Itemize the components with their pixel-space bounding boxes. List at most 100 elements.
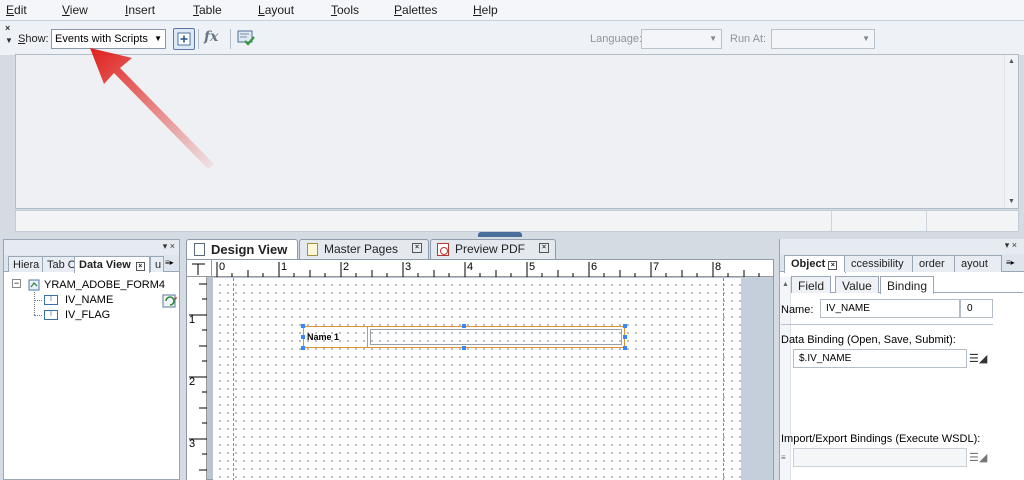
name-text-field[interactable]: Name 1 [303, 326, 625, 348]
form-page[interactable]: Name 1 [213, 278, 741, 480]
selection-handle[interactable] [301, 335, 305, 339]
run-at-label: Run At: [730, 33, 767, 45]
ruler-label: 2 [343, 261, 350, 273]
data-binding-label: Data Binding (Open, Save, Submit): [781, 334, 956, 346]
name-index-field[interactable]: 0 [960, 299, 993, 318]
design-canvas[interactable]: 0 1 2 3 4 5 6 7 8 1 2 3 Name 1 [186, 259, 774, 480]
ruler-label: 4 [467, 261, 474, 273]
menu-layout[interactable]: Layout [258, 3, 294, 17]
language-label: Language: [590, 33, 642, 45]
scroll-down-icon[interactable]: ▼ [1008, 198, 1015, 205]
tree-connector [34, 300, 42, 301]
scroll-grip-icon[interactable]: ≡ [781, 453, 786, 462]
selection-handle[interactable] [301, 324, 305, 328]
tree-connector [34, 292, 35, 315]
page-margin-guide [723, 278, 724, 480]
menu-view[interactable]: View [62, 3, 88, 17]
collapse-arrow-icon[interactable]: ▼ [5, 36, 13, 45]
tab-tab-order[interactable]: Tab O [42, 256, 78, 272]
name-label: Name: [781, 304, 814, 316]
tab-data-view[interactable]: Data View × [74, 256, 150, 273]
tree-item-iv-name[interactable]: IV_NAME [65, 294, 113, 306]
ruler-label: 1 [281, 261, 288, 273]
tab-design-view[interactable]: Design View [186, 239, 298, 260]
annotation-arrow-icon [90, 48, 214, 169]
ruler-label: 2 [189, 376, 196, 388]
palette-menu-close-icon[interactable]: ▾ × [1005, 240, 1017, 251]
tab-border[interactable]: order [912, 255, 956, 272]
close-icon[interactable]: × [412, 243, 422, 253]
ruler-label: 7 [653, 261, 660, 273]
data-binding-field[interactable]: $.IV_NAME [793, 349, 967, 368]
tree-collapse-icon[interactable]: − [12, 279, 21, 288]
language-dropdown[interactable]: ▼ [641, 29, 722, 49]
tab-overflow[interactable]: u [150, 256, 164, 272]
tab-object[interactable]: Object × [784, 255, 846, 273]
script-editor-scrollbar[interactable]: ▲ ▼ [1004, 55, 1018, 208]
menu-help[interactable]: Help [473, 3, 498, 17]
refresh-data-icon[interactable] [161, 292, 179, 310]
ruler-label: 5 [529, 261, 536, 273]
import-export-bindings-field[interactable] [793, 448, 967, 467]
selection-handle[interactable] [623, 324, 627, 328]
name-field[interactable]: IV_NAME [820, 299, 960, 318]
tab-object-label: Object [791, 258, 826, 270]
selection-handle[interactable] [623, 335, 627, 339]
text-field-icon: I [44, 295, 58, 305]
subtab-value[interactable]: Value [835, 276, 879, 293]
toolbar-separator [230, 29, 231, 49]
tree-item-iv-flag[interactable]: IV_FLAG [65, 309, 110, 321]
import-export-options-icon[interactable]: ☰◢ [969, 451, 987, 464]
tab-layout[interactable]: ayout [954, 255, 1002, 272]
object-subtab-strip: Field Value Binding [791, 275, 1023, 294]
tab-preview-pdf[interactable]: Preview PDF × [430, 239, 556, 259]
tab-design-view-label: Design View [211, 242, 288, 257]
close-icon[interactable]: × [539, 243, 549, 253]
close-icon[interactable]: × [828, 261, 838, 270]
field-caption: Name 1 [304, 327, 368, 347]
chevron-down-icon: ▼ [862, 34, 870, 43]
menu-tools[interactable]: Tools [331, 3, 359, 17]
menu-insert[interactable]: Insert [125, 3, 155, 17]
menu-palettes[interactable]: Palettes [394, 3, 437, 17]
run-at-dropdown[interactable]: ▼ [771, 29, 875, 49]
tab-hierarchy[interactable]: Hiera [8, 256, 46, 272]
tab-accessibility[interactable]: ccessibility [844, 255, 914, 272]
palette-titlebar: ▾ × [4, 240, 179, 255]
palette-menu-close-icon[interactable]: ▾ × [163, 241, 175, 252]
tab-master-pages-label: Master Pages [324, 242, 399, 256]
data-connection-icon [28, 279, 40, 291]
scroll-up-icon[interactable]: ▲ [1008, 58, 1015, 65]
tree-root-label[interactable]: YRAM_ADOBE_FORM4 [44, 279, 165, 291]
canvas-background [741, 277, 773, 480]
close-icon[interactable]: × [135, 262, 145, 271]
ruler-label: 3 [405, 261, 412, 273]
tab-list-icon[interactable]: ≡▸ [165, 258, 174, 267]
subtab-field[interactable]: Field [791, 276, 832, 293]
menu-edit[interactable]: Edit [6, 3, 27, 17]
check-script-syntax-icon [237, 30, 255, 46]
status-divider [831, 211, 832, 231]
show-label: Show: [18, 33, 49, 45]
close-icon[interactable]: × [5, 23, 10, 33]
selection-handle[interactable] [623, 346, 627, 350]
ruler-origin-icon [192, 263, 205, 275]
ruler-label: 8 [715, 261, 722, 273]
selection-handle[interactable] [462, 346, 466, 350]
binding-options-icon[interactable]: ☰◢ [969, 352, 987, 365]
subtab-binding[interactable]: Binding [880, 276, 935, 294]
master-page-icon [307, 243, 318, 256]
ruler-label: 3 [189, 438, 196, 450]
tab-master-pages[interactable]: Master Pages × [299, 239, 429, 259]
splitter-handle[interactable] [478, 232, 522, 237]
check-script-syntax-button[interactable] [236, 29, 258, 49]
scroll-up-icon[interactable]: ▲ [782, 281, 789, 288]
horizontal-ruler: 0 1 2 3 4 5 6 7 8 [212, 260, 773, 277]
import-export-bindings-label: Import/Export Bindings (Execute WSDL): [781, 433, 981, 445]
ruler-label: 6 [591, 261, 598, 273]
field-value-box [370, 329, 622, 345]
tab-list-icon[interactable]: ≡▸ [1006, 258, 1015, 267]
selection-handle[interactable] [301, 346, 305, 350]
selection-handle[interactable] [462, 324, 466, 328]
menu-table[interactable]: Table [193, 3, 222, 17]
